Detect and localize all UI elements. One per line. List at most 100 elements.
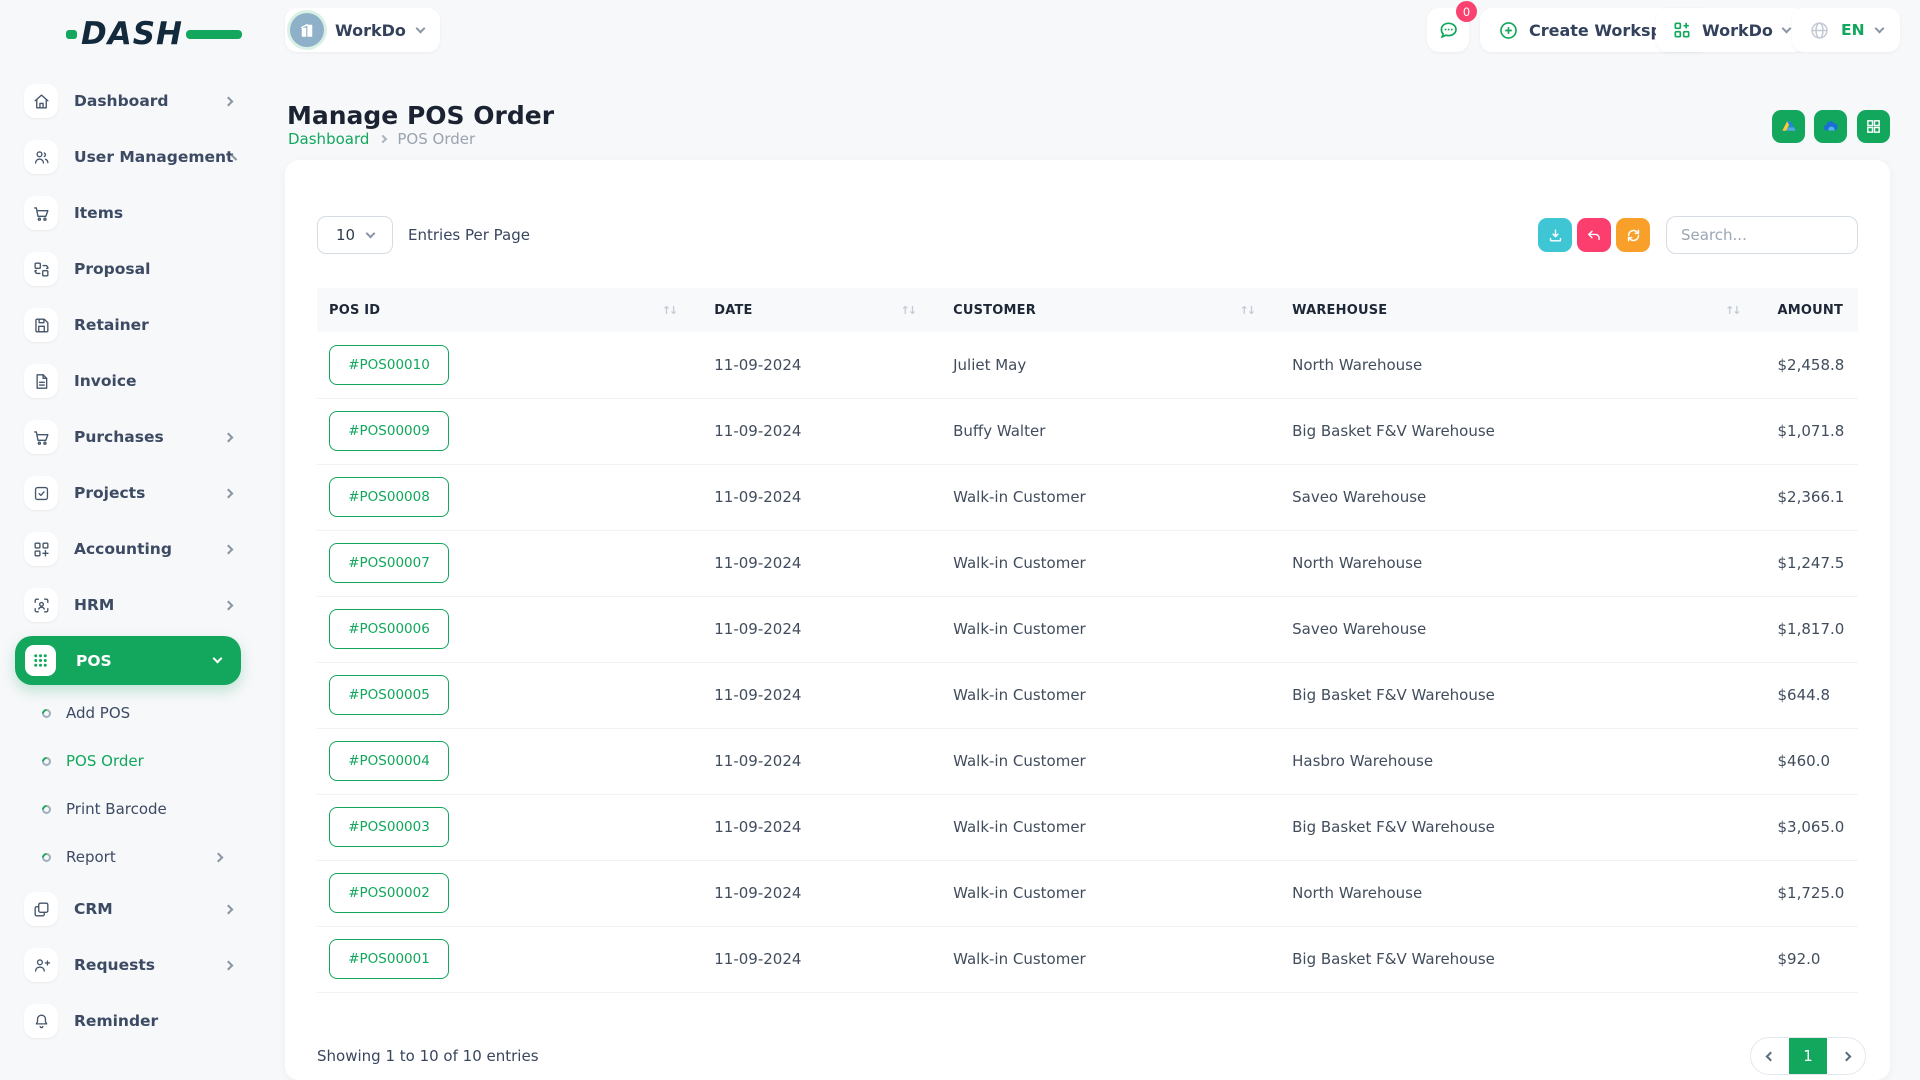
sort-icon[interactable]: ↑↓ bbox=[1725, 304, 1739, 317]
pos-id-link[interactable]: #POS00006 bbox=[329, 609, 449, 649]
pos-id-link[interactable]: #POS00004 bbox=[329, 741, 449, 781]
table-row: #POS00001 11-09-2024 Walk-in Customer Bi… bbox=[317, 926, 1858, 992]
chevron-right-icon bbox=[1841, 1051, 1851, 1061]
next-page-button[interactable] bbox=[1827, 1038, 1865, 1074]
sidebar-item-invoice[interactable]: Invoice bbox=[24, 364, 258, 398]
cell-warehouse: Saveo Warehouse bbox=[1280, 464, 1765, 530]
pos-id-link[interactable]: #POS00009 bbox=[329, 411, 449, 451]
cell-customer: Walk-in Customer bbox=[941, 794, 1280, 860]
cell-date: 11-09-2024 bbox=[702, 860, 941, 926]
onedrive-icon bbox=[1821, 117, 1840, 136]
home-icon bbox=[24, 84, 58, 118]
sidebar-item-items[interactable]: Items bbox=[24, 196, 258, 230]
save-icon bbox=[24, 308, 58, 342]
bullet-icon bbox=[40, 707, 53, 720]
sort-icon[interactable]: ↑↓ bbox=[901, 304, 915, 317]
refresh-button[interactable] bbox=[1616, 218, 1650, 252]
sidebar-item-retainer[interactable]: Retainer bbox=[24, 308, 258, 342]
column-header-customer[interactable]: CUSTOMER↑↓ bbox=[941, 288, 1280, 332]
cell-customer: Walk-in Customer bbox=[941, 596, 1280, 662]
sidebar-item-proposal[interactable]: Proposal bbox=[24, 252, 258, 286]
table-row: #POS00004 11-09-2024 Walk-in Customer Ha… bbox=[317, 728, 1858, 794]
pos-id-link[interactable]: #POS00008 bbox=[329, 477, 449, 517]
sidebar-item-dashboard[interactable]: Dashboard bbox=[24, 84, 258, 118]
search-input[interactable] bbox=[1666, 216, 1858, 254]
chevron-right-icon bbox=[224, 904, 234, 914]
sidebar-subitem-pos-order[interactable]: POS Order bbox=[24, 737, 258, 785]
pos-id-link[interactable]: #POS00003 bbox=[329, 807, 449, 847]
sidebar-item-pos[interactable]: POS bbox=[15, 636, 241, 685]
google-drive-icon bbox=[1780, 118, 1798, 136]
sidebar-item-user-management[interactable]: User Management bbox=[24, 140, 258, 174]
grid-plus-icon bbox=[1672, 20, 1692, 40]
pos-id-link[interactable]: #POS00001 bbox=[329, 939, 449, 979]
sidebar-item-requests[interactable]: Requests bbox=[24, 948, 258, 982]
sidebar-subitem-print-barcode[interactable]: Print Barcode bbox=[24, 785, 258, 833]
table-row: #POS00008 11-09-2024 Walk-in Customer Sa… bbox=[317, 464, 1858, 530]
table-row: #POS00009 11-09-2024 Buffy Walter Big Ba… bbox=[317, 398, 1858, 464]
entries-summary: Showing 1 to 10 of 10 entries bbox=[317, 1047, 539, 1065]
messages-button[interactable]: 0 bbox=[1427, 8, 1469, 52]
user-plus-icon bbox=[24, 948, 58, 982]
cell-warehouse: North Warehouse bbox=[1280, 530, 1765, 596]
grid-view-button[interactable] bbox=[1857, 110, 1890, 143]
cell-customer: Buffy Walter bbox=[941, 398, 1280, 464]
table-row: #POS00007 11-09-2024 Walk-in Customer No… bbox=[317, 530, 1858, 596]
table-row: #POS00005 11-09-2024 Walk-in Customer Bi… bbox=[317, 662, 1858, 728]
grid-dots-icon bbox=[25, 645, 56, 676]
sort-icon[interactable]: ↑↓ bbox=[662, 304, 676, 317]
sidebar-item-purchases[interactable]: Purchases bbox=[24, 420, 258, 454]
column-header-pos-id[interactable]: POS ID↑↓ bbox=[317, 288, 702, 332]
table-header-row: POS ID↑↓ DATE↑↓ CUSTOMER↑↓ WAREHOUSE↑↓ A… bbox=[317, 288, 1858, 332]
grid-icon bbox=[1865, 118, 1882, 135]
cell-date: 11-09-2024 bbox=[702, 596, 941, 662]
table-row: #POS00010 11-09-2024 Juliet May North Wa… bbox=[317, 332, 1858, 398]
table-row: #POS00006 11-09-2024 Walk-in Customer Sa… bbox=[317, 596, 1858, 662]
page-title: Manage POS Order bbox=[287, 101, 554, 130]
file-icon bbox=[24, 364, 58, 398]
cell-warehouse: North Warehouse bbox=[1280, 860, 1765, 926]
workdo-menu[interactable]: WorkDo bbox=[1656, 8, 1806, 52]
entries-per-page-select[interactable]: 10 bbox=[317, 216, 393, 254]
breadcrumb-dashboard-link[interactable]: Dashboard bbox=[288, 130, 369, 148]
breadcrumb-current: POS Order bbox=[397, 130, 475, 148]
sidebar-subitem-add-pos[interactable]: Add POS bbox=[24, 689, 258, 737]
swap-squares-icon bbox=[24, 252, 58, 286]
pos-id-link[interactable]: #POS00007 bbox=[329, 543, 449, 583]
chevron-right-icon bbox=[214, 852, 224, 862]
undo-button[interactable] bbox=[1577, 218, 1611, 252]
pos-id-link[interactable]: #POS00010 bbox=[329, 345, 449, 385]
sidebar-item-accounting[interactable]: Accounting bbox=[24, 532, 258, 566]
chevron-down-icon bbox=[1874, 23, 1884, 33]
cell-date: 11-09-2024 bbox=[702, 926, 941, 992]
onedrive-button[interactable] bbox=[1814, 110, 1847, 143]
prev-page-button[interactable] bbox=[1751, 1038, 1789, 1074]
cell-amount: $460.0 bbox=[1766, 728, 1858, 794]
column-header-warehouse[interactable]: WAREHOUSE↑↓ bbox=[1280, 288, 1765, 332]
pos-id-link[interactable]: #POS00005 bbox=[329, 675, 449, 715]
sidebar-item-crm[interactable]: CRM bbox=[24, 892, 258, 926]
cell-warehouse: Big Basket F&V Warehouse bbox=[1280, 662, 1765, 728]
google-drive-button[interactable] bbox=[1772, 110, 1805, 143]
sort-icon[interactable]: ↑↓ bbox=[1240, 304, 1254, 317]
brand-logo[interactable]: DASH bbox=[66, 16, 242, 52]
undo-icon bbox=[1586, 227, 1603, 244]
column-header-date[interactable]: DATE↑↓ bbox=[702, 288, 941, 332]
cell-customer: Walk-in Customer bbox=[941, 860, 1280, 926]
sidebar-item-hrm[interactable]: HRM bbox=[24, 588, 258, 622]
page-1-button[interactable]: 1 bbox=[1789, 1038, 1827, 1074]
column-header-amount[interactable]: AMOUNT bbox=[1766, 288, 1858, 332]
cell-amount: $2,458.8 bbox=[1766, 332, 1858, 398]
workspace-selector[interactable]: WorkDo bbox=[285, 8, 440, 52]
cell-amount: $3,065.0 bbox=[1766, 794, 1858, 860]
export-button[interactable] bbox=[1538, 218, 1572, 252]
sidebar-item-reminder[interactable]: Reminder bbox=[24, 1004, 258, 1038]
grid-plus-icon bbox=[24, 532, 58, 566]
chevron-down-icon bbox=[415, 23, 425, 33]
chevron-right-icon bbox=[379, 135, 387, 143]
language-selector[interactable]: EN bbox=[1792, 8, 1900, 52]
sidebar-item-projects[interactable]: Projects bbox=[24, 476, 258, 510]
sidebar-subitem-report[interactable]: Report bbox=[24, 833, 258, 881]
pos-id-link[interactable]: #POS00002 bbox=[329, 873, 449, 913]
bell-icon bbox=[24, 1004, 58, 1038]
